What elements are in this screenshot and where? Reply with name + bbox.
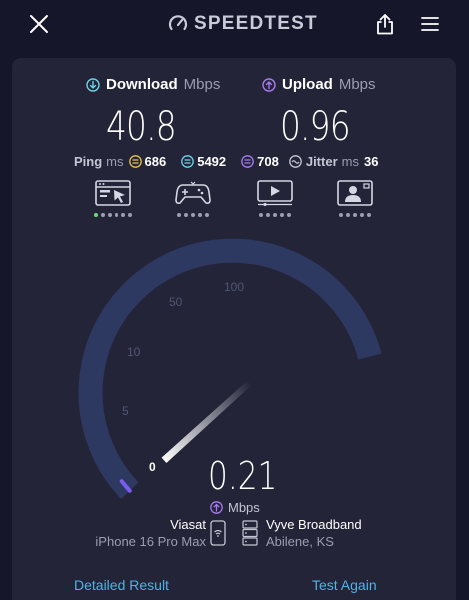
gauge-tick-5: 5 <box>122 404 129 418</box>
ping-row: Ping ms 686 5492 708 Jitter ms 36 <box>74 152 378 170</box>
gauge-tick-100: 100 <box>224 280 244 294</box>
upload-value: 0.96 <box>280 104 351 150</box>
game-controller-icon <box>175 181 211 204</box>
upload-latency-icon <box>241 154 254 168</box>
jitter-unit: ms <box>341 153 359 169</box>
gauge-tick-10: 10 <box>127 345 141 359</box>
share-button[interactable] <box>371 9 399 39</box>
hamburger-menu-icon <box>421 17 439 31</box>
server-icon <box>242 520 258 546</box>
upload-label: Upload <box>282 76 333 93</box>
ping-label: Ping <box>74 153 103 169</box>
speedtest-logo: SPEEDTEST <box>168 12 318 36</box>
app-title: SPEEDTEST <box>194 13 318 34</box>
jitter-icon <box>288 154 302 168</box>
current-speed-unit-label: Mbps <box>228 500 260 515</box>
ping-upload-value: 708 <box>257 153 279 169</box>
current-speed-unit: Mbps <box>210 500 260 515</box>
ping-unit: ms <box>106 153 124 169</box>
category-browsing[interactable] <box>94 180 132 217</box>
download-unit: Mbps <box>183 76 221 93</box>
browsing-rating-dots <box>94 213 132 217</box>
video-chat-rating-dots <box>336 213 374 217</box>
ping-idle-value: 686 <box>144 153 167 169</box>
server-location: Abilene, KS <box>266 534 334 549</box>
results-panel: Download Mbps 40.8 Upload Mbps 0.96 Ping… <box>12 58 456 600</box>
upload-arrow-icon <box>262 77 276 92</box>
video-rating-dots <box>256 213 294 217</box>
category-video[interactable] <box>256 180 294 217</box>
phone-wifi-icon <box>210 520 226 546</box>
test-again-link[interactable]: Test Again <box>312 577 377 593</box>
download-label: Download <box>106 76 178 93</box>
current-speed-value: 0.21 <box>208 454 278 498</box>
close-button[interactable] <box>24 10 54 38</box>
web-browsing-icon <box>95 180 131 206</box>
jitter-value: 36 <box>363 153 379 169</box>
isp-name: Viasat <box>170 517 206 532</box>
client-info: Viasat iPhone 16 Pro Max <box>95 516 206 550</box>
gauge-tick-0: 0 <box>149 460 156 474</box>
ping-download-value: 5492 <box>197 153 227 169</box>
upload-header: Upload Mbps <box>262 76 376 93</box>
close-icon <box>30 15 48 33</box>
detailed-result-link[interactable]: Detailed Result <box>74 577 169 593</box>
upload-unit: Mbps <box>338 76 376 93</box>
video-streaming-icon <box>257 180 293 206</box>
download-value: 40.8 <box>106 104 177 150</box>
download-header: Download Mbps <box>86 76 220 93</box>
gaming-rating-dots <box>174 213 212 217</box>
speedometer-logo-icon <box>168 15 188 31</box>
category-video-chat[interactable] <box>336 180 374 217</box>
category-gaming[interactable] <box>174 180 212 217</box>
server-info[interactable]: Vyve Broadband Abilene, KS <box>266 516 362 550</box>
download-arrow-icon <box>86 77 100 92</box>
top-bar: SPEEDTEST <box>0 0 469 48</box>
download-latency-icon <box>181 154 195 168</box>
menu-button[interactable] <box>416 10 444 38</box>
idle-latency-icon <box>128 154 142 168</box>
jitter-label: Jitter <box>305 153 338 169</box>
share-icon <box>377 14 393 35</box>
server-name: Vyve Broadband <box>266 517 362 532</box>
device-name: iPhone 16 Pro Max <box>95 534 206 549</box>
upload-arrow-icon <box>210 501 223 514</box>
video-chat-icon <box>337 180 373 206</box>
gauge-needle <box>161 378 255 463</box>
gauge-tick-50: 50 <box>169 295 183 309</box>
